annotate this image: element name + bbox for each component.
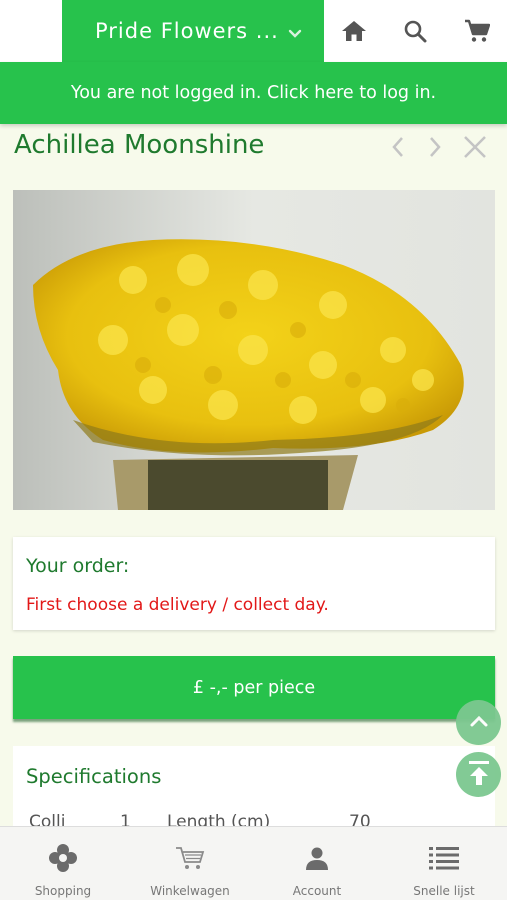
cart-icon[interactable] [462, 16, 492, 46]
order-message[interactable]: First choose a delivery / collect day. [26, 595, 329, 615]
tab-snelle-lijst[interactable]: Snelle lijst [381, 827, 507, 900]
specifications-heading: Specifications [26, 765, 162, 788]
tab-label: Shopping [34, 884, 92, 898]
top-bar: Pride Flowers ... [0, 0, 507, 62]
order-heading: Your order: [26, 555, 130, 577]
scroll-to-top-button[interactable] [456, 752, 501, 797]
person-icon [302, 844, 332, 872]
login-banner[interactable]: You are not logged in. Click here to log… [0, 62, 507, 124]
tab-winkelwagen[interactable]: Winkelwagen [127, 827, 253, 900]
tab-label: Winkelwagen [150, 884, 230, 898]
home-icon[interactable] [339, 16, 369, 46]
shop-name: Pride Flowers ... [95, 19, 279, 43]
shop-selector[interactable]: Pride Flowers ... [62, 0, 324, 62]
product-title: Achillea Moonshine [14, 130, 265, 160]
chevron-down-icon [288, 24, 302, 43]
price-label: £ -,- per piece [192, 677, 316, 698]
search-icon[interactable] [400, 16, 430, 46]
list-icon [429, 844, 459, 872]
price-button[interactable]: £ -,- per piece [13, 656, 495, 719]
order-card: Your order: First choose a delivery / co… [13, 537, 495, 630]
chevron-up-icon [469, 713, 489, 732]
bottom-tab-bar: Shopping Winkelwagen Account Snelle lijs… [0, 826, 507, 900]
tab-shopping[interactable]: Shopping [0, 827, 126, 900]
scroll-up-button[interactable] [456, 700, 501, 745]
scroll-top-icon [468, 760, 490, 790]
flower-icon [48, 844, 78, 872]
login-banner-text: You are not logged in. Click here to log… [70, 83, 437, 103]
tab-account[interactable]: Account [254, 827, 380, 900]
close-icon[interactable] [462, 134, 488, 160]
product-image [13, 190, 495, 510]
tab-label: Account [292, 884, 342, 898]
next-icon[interactable] [422, 134, 448, 160]
previous-icon[interactable] [385, 134, 411, 160]
cart-icon [175, 844, 205, 872]
tab-label: Snelle lijst [413, 884, 475, 898]
